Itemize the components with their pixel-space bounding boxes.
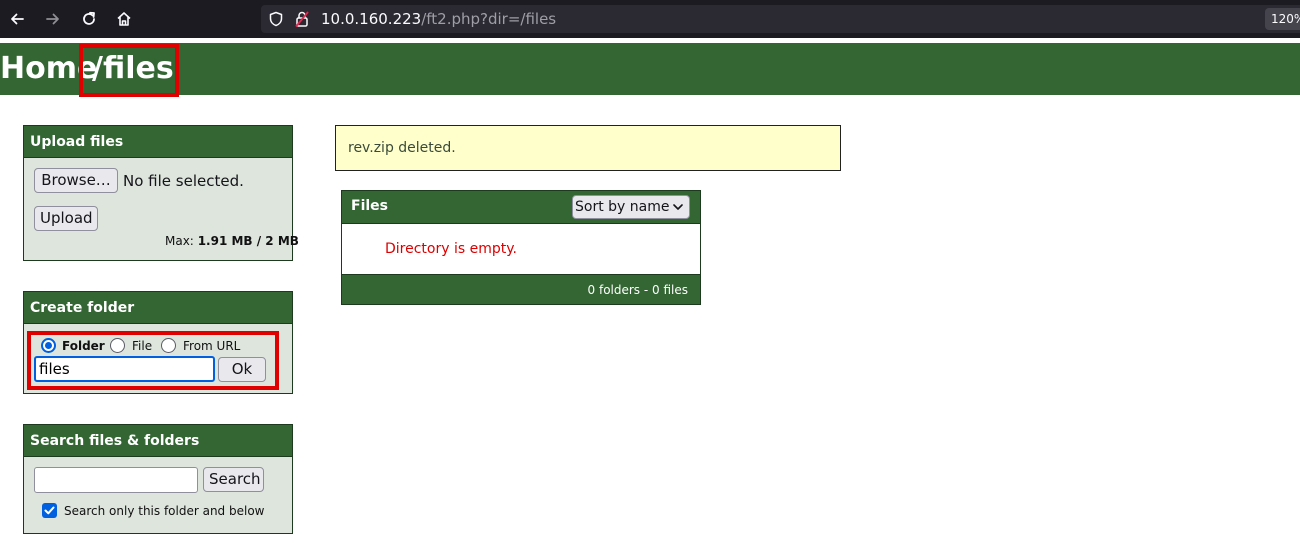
upload-button[interactable]: Upload [34, 206, 98, 231]
max-size-info: Max: 1.91 MB / 2 MB [165, 234, 299, 248]
url-bar[interactable]: 10.0.160.223/ft2.php?dir=/files [261, 5, 1300, 33]
url-path: /ft2.php?dir=/files [421, 10, 557, 28]
annotation-highlight-dir [79, 44, 179, 97]
upload-panel-title: Upload files [24, 126, 292, 158]
page-header: Home /files [0, 43, 1300, 95]
back-button[interactable] [4, 6, 30, 32]
insecure-lock-icon[interactable] [293, 10, 311, 28]
home-icon [117, 12, 131, 26]
files-panel-header: Files Sort by name [342, 191, 700, 224]
browse-button[interactable]: Browse… [34, 168, 118, 193]
forward-button[interactable] [40, 6, 66, 32]
files-panel-title: Files [351, 198, 388, 214]
status-notice: rev.zip deleted. [335, 125, 841, 171]
files-summary: 0 folders - 0 files [342, 274, 700, 304]
max-size-value: 1.91 MB / 2 MB [197, 234, 299, 248]
reload-icon [83, 11, 95, 25]
search-scope-label: Search only this folder and below [64, 504, 265, 518]
no-file-label: No file selected. [123, 172, 244, 190]
shield-icon[interactable] [267, 10, 285, 28]
search-panel-title: Search files & folders [24, 425, 292, 457]
forward-arrow-icon [46, 13, 59, 25]
sort-select-value: Sort by name [575, 199, 670, 215]
search-input[interactable] [34, 467, 198, 493]
search-button[interactable]: Search [203, 467, 264, 492]
search-scope-checkbox[interactable] [42, 503, 57, 518]
chevron-down-icon [673, 204, 683, 210]
browser-toolbar: 10.0.160.223/ft2.php?dir=/files 120% [0, 0, 1300, 38]
back-arrow-icon [11, 13, 24, 25]
url-text[interactable]: 10.0.160.223/ft2.php?dir=/files [321, 9, 556, 29]
sort-select[interactable]: Sort by name [572, 195, 690, 219]
search-panel: Search files & folders Search Search onl… [23, 424, 293, 534]
max-size-label: Max: [165, 234, 194, 248]
empty-directory-message: Directory is empty. [385, 241, 517, 257]
create-folder-panel-title: Create folder [24, 292, 292, 324]
reload-button[interactable] [76, 6, 102, 32]
url-host: 10.0.160.223 [321, 10, 422, 28]
checkmark-icon [44, 506, 55, 515]
files-panel: Files Sort by name Directory is empty. 0… [341, 190, 701, 305]
annotation-highlight-create [27, 331, 279, 390]
zoom-level-badge[interactable]: 120% [1265, 8, 1300, 30]
home-button[interactable] [111, 6, 137, 32]
upload-panel: Upload files Browse… No file selected. U… [23, 125, 299, 261]
